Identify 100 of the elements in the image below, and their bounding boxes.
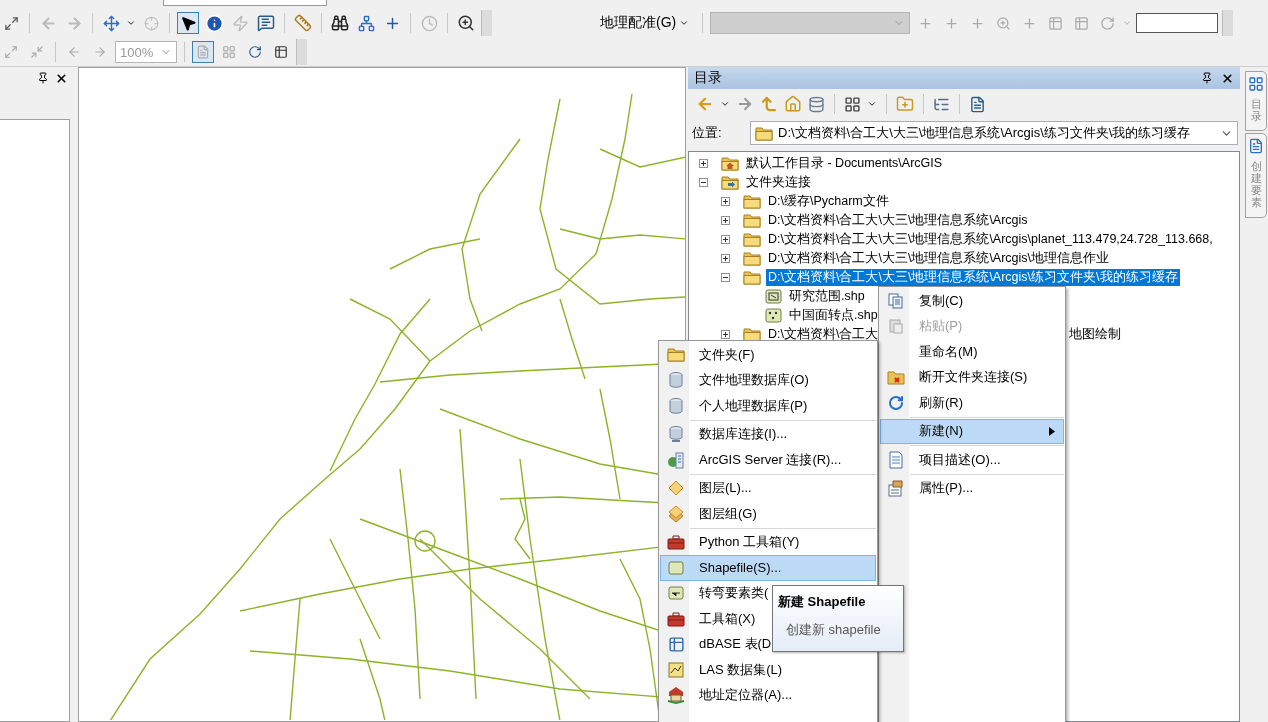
pointer-icon: [179, 14, 197, 32]
tree-item[interactable]: 中国面转点.shp: [787, 307, 880, 324]
tree-item[interactable]: D:\文档资料\合工大\大三\地理信息系统\Arcgis\练习文件夹\我的练习缓存: [766, 269, 1180, 286]
caret-icon: [679, 18, 690, 28]
forward-icon: [65, 14, 83, 32]
pointer-button[interactable]: [177, 12, 199, 34]
select-features-icon: [102, 14, 120, 32]
menu-item[interactable]: 个人地理数据库(P): [660, 393, 876, 419]
combo-field[interactable]: [163, 0, 327, 6]
menu-item[interactable]: 数据库连接(I)...: [660, 421, 876, 447]
views-icon[interactable]: [844, 95, 861, 113]
menu-item[interactable]: 图层(L)...: [660, 475, 876, 501]
location-combo[interactable]: D:\文档资料\合工大\大三\地理信息系统\Arcgis\练习文件夹\我的练习缓存: [750, 121, 1238, 145]
identify-button[interactable]: [203, 12, 225, 34]
menu-item[interactable]: Shapefile(S)...: [660, 555, 876, 581]
database-connection-icon: [667, 425, 685, 444]
folder-icon: [743, 270, 761, 285]
up-folder-icon[interactable]: [760, 95, 778, 113]
menu-item[interactable]: 断开文件夹连接(S): [880, 364, 1064, 390]
pin-icon[interactable]: [1201, 71, 1213, 84]
expand-icon[interactable]: [721, 216, 730, 225]
caret-icon[interactable]: [720, 99, 730, 109]
polygon-shapefile-icon: [765, 289, 782, 304]
shapefile-icon: [667, 558, 685, 577]
menu-item[interactable]: LAS 数据集(L): [660, 657, 876, 683]
menu-item[interactable]: 刷新(R): [880, 390, 1064, 416]
new-folder-icon[interactable]: [896, 95, 914, 113]
tooltip-text: 创建新 shapefile: [785, 621, 882, 639]
caret-icon[interactable]: [867, 99, 877, 109]
table-icon: [1073, 15, 1089, 31]
home-folder-icon: [721, 156, 739, 171]
georeferencing-menu[interactable]: 地理配准(G): [594, 14, 696, 32]
point-shapefile-icon: [765, 308, 782, 323]
folder-icon: [743, 194, 761, 209]
toolbox-icon: [667, 533, 685, 552]
zoom-value: 100%: [120, 44, 154, 60]
tree-item[interactable]: D:\文档资料\合工大\大三\地理信息系统\Arcgis: [766, 212, 1030, 229]
tree-item[interactable]: D:\文档资料\合工大\大三\地理信息系统\Arcgis\地理信息作业: [766, 250, 1112, 267]
collapse-icon[interactable]: [699, 178, 708, 187]
back-icon: [67, 45, 81, 59]
locator-icon: [667, 686, 685, 705]
form-icon: [1248, 138, 1264, 155]
home-icon[interactable]: [784, 95, 802, 113]
tree-item[interactable]: D:\文档资料\合工大\大三\地理信息系统\Arcgis\planet_113.479,24.728_113.668,: [766, 231, 1215, 248]
zoom-in-icon: [995, 15, 1011, 31]
tooltip-title: 新建 Shapefile: [778, 593, 867, 611]
refresh-icon: [888, 394, 904, 411]
layer-group-icon: [667, 504, 685, 523]
clock-icon: [420, 14, 438, 32]
measure-button[interactable]: [292, 12, 314, 34]
input-field[interactable]: [1136, 13, 1219, 33]
table-icon: [667, 635, 685, 653]
shrink-icon: [30, 45, 44, 59]
table-icon: [1047, 15, 1063, 31]
menu-item[interactable]: ArcGIS Server 连接(R)...: [660, 447, 876, 473]
copy-icon: [887, 291, 905, 310]
toolbar-handle[interactable]: [481, 10, 492, 36]
database-icon: [667, 371, 685, 390]
close-icon[interactable]: [55, 71, 68, 85]
menu-item[interactable]: 图层组(G): [660, 501, 876, 527]
identify-icon: [204, 13, 224, 33]
toolbar-handle[interactable]: [1222, 10, 1234, 36]
forward-icon[interactable]: [736, 95, 754, 113]
measure-icon: [294, 14, 312, 32]
close-icon[interactable]: [1221, 71, 1234, 85]
menu-item[interactable]: 文件夹(F): [660, 342, 876, 368]
binoculars-icon: [331, 14, 349, 32]
menu-item[interactable]: 地址定位器(A)...: [660, 682, 876, 708]
pin-icon[interactable]: [37, 72, 49, 84]
page-button[interactable]: [192, 41, 214, 63]
details-icon[interactable]: [969, 95, 986, 113]
menu-item[interactable]: 复制(C): [880, 288, 1064, 314]
menu-item[interactable]: 项目描述(O)...: [880, 447, 1064, 473]
menu-item[interactable]: Python 工具箱(Y): [660, 529, 876, 555]
toolbar-handle[interactable]: [296, 39, 307, 65]
expand-icon[interactable]: [721, 330, 730, 339]
tree-item[interactable]: D:\缓存\Pycharm文件: [766, 193, 891, 210]
location-label: 位置:: [691, 124, 723, 142]
add-point-icon: [917, 15, 933, 31]
tree-item[interactable]: 默认工作目录 - Documents\ArcGIS: [744, 155, 945, 172]
collapse-icon[interactable]: [721, 273, 730, 282]
caret-icon[interactable]: [126, 18, 136, 28]
menu-item[interactable]: 属性(P)...: [880, 475, 1064, 501]
database-icon[interactable]: [808, 95, 825, 113]
menu-item[interactable]: 文件地理数据库(O): [660, 367, 876, 393]
tree-item[interactable]: 文件夹连接: [744, 174, 813, 191]
expand-icon[interactable]: [721, 197, 730, 206]
grid-icon: [222, 45, 236, 59]
forward-icon: [93, 45, 107, 59]
menu-item[interactable]: 重命名(M): [880, 339, 1064, 365]
tree-item[interactable]: 研究范围.shp: [787, 288, 867, 305]
paste-icon: [887, 317, 905, 336]
expand-icon[interactable]: [699, 159, 708, 168]
menu-item[interactable]: 新建(N): [880, 418, 1064, 444]
tree-item[interactable]: D:\文档资料\合工大: [766, 326, 881, 343]
expand-icon[interactable]: [721, 235, 730, 244]
back-icon[interactable]: [696, 95, 714, 113]
rotate-icon: [248, 45, 262, 59]
expand-icon[interactable]: [721, 254, 730, 263]
page-icon: [196, 45, 210, 59]
